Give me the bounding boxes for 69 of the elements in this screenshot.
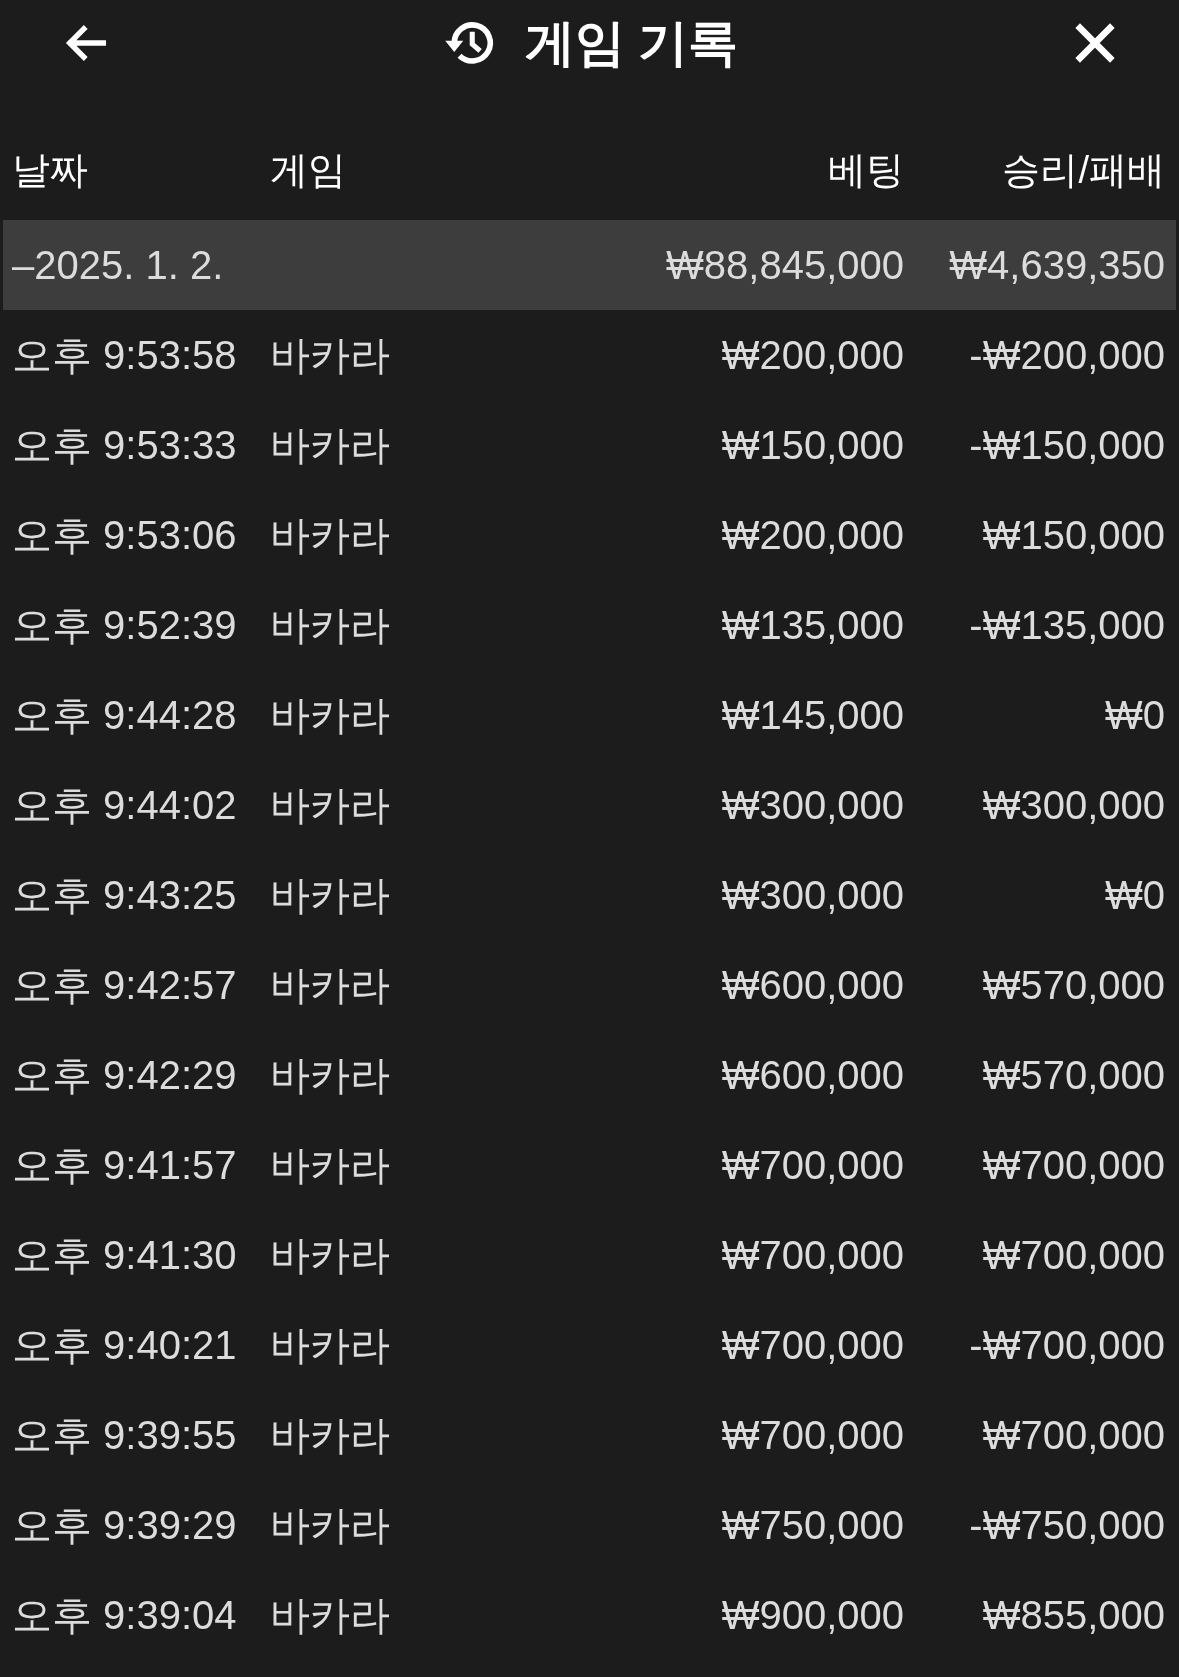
result-cell: ₩300,000 bbox=[982, 782, 1165, 828]
game-cell-text: 바카라 bbox=[270, 1051, 390, 1099]
result-cell: ₩855,000 bbox=[982, 1592, 1165, 1638]
result-cell: ₩150,000 bbox=[982, 512, 1165, 558]
time-cell-text: 오후 9:42:29 bbox=[12, 1051, 237, 1099]
result-cell: ₩0 bbox=[1105, 872, 1165, 918]
bet-cell: ₩145,000 bbox=[721, 692, 904, 738]
bet-cell: ₩700,000 bbox=[721, 1412, 904, 1458]
time-cell-text: 오후 9:39:55 bbox=[12, 1411, 237, 1459]
game-cell-text: 바카라 bbox=[270, 511, 390, 559]
result-cell: ₩570,000 bbox=[982, 1052, 1165, 1098]
time-cell-text: 오후 9:44:02 bbox=[12, 781, 237, 829]
result-cell: -₩700,000 bbox=[969, 1322, 1165, 1368]
game-cell-text: 바카라 bbox=[270, 1321, 390, 1369]
bet-cell: ₩900,000 bbox=[721, 1592, 904, 1638]
bet-cell: ₩750,000 bbox=[721, 1502, 904, 1548]
time-cell-text: 오후 9:53:58 bbox=[12, 331, 237, 379]
time-cell-text: 오후 9:41:57 bbox=[12, 1141, 237, 1189]
bet-cell: ₩600,000 bbox=[721, 962, 904, 1008]
bet-cell: ₩700,000 bbox=[721, 1322, 904, 1368]
game-cell-text: 바카라 bbox=[270, 961, 390, 1009]
column-header[interactable]: 게임 bbox=[270, 144, 346, 196]
time-cell-text: 오후 9:40:21 bbox=[12, 1321, 237, 1369]
result-cell: -₩150,000 bbox=[969, 422, 1165, 468]
bet-cell: ₩200,000 bbox=[721, 512, 904, 558]
group-date: –2025. 1. 2. bbox=[12, 242, 224, 288]
column-header[interactable]: 날짜 bbox=[12, 144, 88, 196]
bet-total: ₩88,845,000 bbox=[666, 242, 904, 288]
result-cell: -₩750,000 bbox=[969, 1502, 1165, 1548]
result-cell: ₩0 bbox=[1105, 692, 1165, 738]
screen-title: 게임 기록 bbox=[524, 13, 739, 73]
time-cell-text: 오후 9:41:30 bbox=[12, 1231, 237, 1279]
bet-cell: ₩150,000 bbox=[721, 422, 904, 468]
result-cell: ₩700,000 bbox=[982, 1232, 1165, 1278]
game-cell-text: 바카라 bbox=[270, 1411, 390, 1459]
result-total: ₩4,639,350 bbox=[949, 242, 1165, 288]
column-header[interactable]: 승리/패배 bbox=[1002, 144, 1165, 196]
game-cell-text: 바카라 bbox=[270, 1231, 390, 1279]
game-cell-text: 바카라 bbox=[270, 1501, 390, 1549]
time-cell-text: 오후 9:42:57 bbox=[12, 961, 237, 1009]
column-header[interactable]: 베팅 bbox=[828, 144, 904, 196]
result-cell: ₩700,000 bbox=[982, 1412, 1165, 1458]
game-cell-text: 바카라 bbox=[270, 421, 390, 469]
game-cell-text: 바카라 bbox=[270, 1591, 390, 1639]
result-cell: ₩700,000 bbox=[982, 1142, 1165, 1188]
game-cell-text: 바카라 bbox=[270, 781, 390, 829]
time-cell-text: 오후 9:43:25 bbox=[12, 871, 237, 919]
game-cell-text: 바카라 bbox=[270, 871, 390, 919]
time-cell-text: 오후 9:53:33 bbox=[12, 421, 237, 469]
bet-cell: ₩300,000 bbox=[721, 872, 904, 918]
result-cell: -₩200,000 bbox=[969, 332, 1165, 378]
game-cell-text: 바카라 bbox=[270, 1141, 390, 1189]
bet-cell: ₩700,000 bbox=[721, 1142, 904, 1188]
game-cell-text: 바카라 bbox=[270, 691, 390, 739]
game-cell-text: 바카라 bbox=[270, 601, 390, 649]
game-cell-text: 바카라 bbox=[270, 331, 390, 379]
bet-cell: ₩135,000 bbox=[721, 602, 904, 648]
time-cell-text: 오후 9:44:28 bbox=[12, 691, 237, 739]
bet-cell: ₩700,000 bbox=[721, 1232, 904, 1278]
time-cell-text: 오후 9:39:04 bbox=[12, 1591, 237, 1639]
time-cell-text: 오후 9:52:39 bbox=[12, 601, 237, 649]
bet-cell: ₩600,000 bbox=[721, 1052, 904, 1098]
date-group-row[interactable]: –2025. 1. 2. ₩88,845,000 ₩4,639,350 bbox=[3, 220, 1176, 310]
bet-cell: ₩200,000 bbox=[721, 332, 904, 378]
time-cell-text: 오후 9:53:06 bbox=[12, 511, 237, 559]
time-cell-text: 오후 9:39:29 bbox=[12, 1501, 237, 1549]
result-cell: -₩135,000 bbox=[969, 602, 1165, 648]
result-cell: ₩570,000 bbox=[982, 962, 1165, 1008]
bet-cell: ₩300,000 bbox=[721, 782, 904, 828]
